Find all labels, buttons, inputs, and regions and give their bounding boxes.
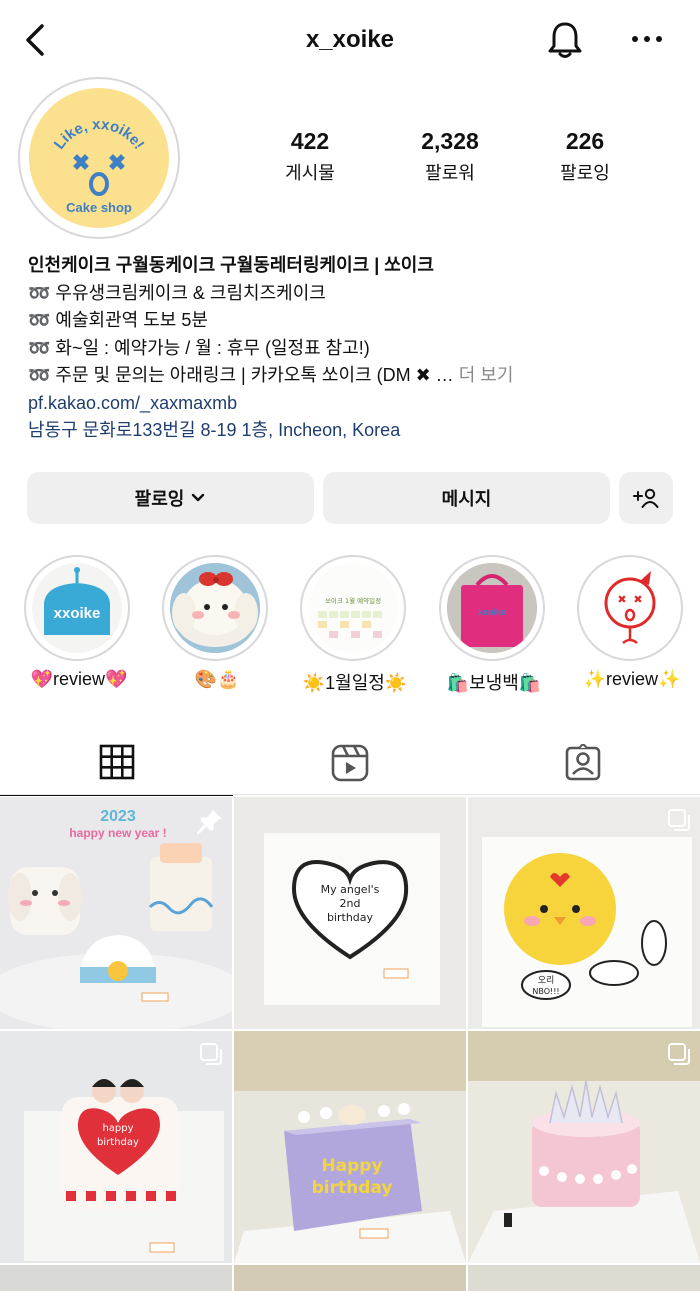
reels-icon	[331, 744, 368, 782]
post-thumbnail[interactable]: Happy birthday	[234, 1031, 466, 1263]
post-thumbnail[interactable]: My angel's 2nd birthday	[234, 797, 466, 1029]
highlight-cover: 쏘이크 1월 예약일정	[308, 563, 398, 653]
following-label: 팔로잉	[560, 163, 610, 183]
add-person-icon	[633, 488, 659, 508]
highlight-cover: ✖ ✖	[585, 563, 675, 653]
post-caption-line: My angel's	[321, 883, 380, 896]
highlight-ring: xxoike	[24, 555, 130, 661]
message-button[interactable]: 메시지	[323, 472, 610, 524]
avatar-subtitle: Cake shop	[66, 200, 132, 215]
bio-line: ➿ 예술회관역 도보 5분	[28, 310, 208, 330]
post-caption-line: birthday	[312, 1178, 393, 1198]
highlight-caption: ✨review✨	[583, 669, 681, 689]
svg-text:Like, xxoike!: Like, xxoike!	[51, 116, 148, 153]
profile-avatar[interactable]: Like, xxoike! ✖ ✖ Cake shop	[18, 77, 180, 239]
highlight-ring: xxoike	[439, 555, 545, 661]
posts-count: 422	[290, 128, 330, 154]
highlight-cooler-bag[interactable]: xxoike 🛍️보냉백🛍️	[439, 555, 549, 693]
profile-tabs	[0, 730, 700, 796]
post-thumbnail[interactable]: 2023 happy new year !	[0, 797, 232, 1029]
highlight-schedule[interactable]: 쏘이크 1월 예약일정 ☀️1월일정☀️	[300, 555, 410, 693]
following-button-label: 팔로잉	[134, 489, 185, 509]
post-thumbnail[interactable]: happy birthday	[0, 1031, 232, 1263]
tab-reels[interactable]	[233, 730, 466, 796]
bio-line: ➿ 주문 및 문의는 아래링크 | 카카오톡 쏘이크 (DM ✖ …	[28, 365, 454, 385]
post-caption-line: happy new year !	[69, 826, 166, 840]
multi-image-icon	[668, 1043, 690, 1065]
post-thumbnail[interactable]	[468, 1031, 700, 1263]
highlight-caption: 🛍️보냉백🛍️	[446, 673, 542, 693]
post-caption-line: birthday	[97, 1137, 139, 1148]
top-bar: x_xoike	[0, 0, 700, 80]
profile-stats: 422 게시물 2,328 팔로워 226 팔로잉	[250, 128, 680, 188]
stat-posts[interactable]: 422 게시물	[250, 128, 370, 185]
tagged-icon	[565, 744, 600, 781]
grid-icon	[99, 744, 134, 780]
bio-name: 인천케이크 구월동케이크 구월동레터링케이크 | 쏘이크	[28, 255, 434, 275]
message-button-label: 메시지	[441, 489, 492, 509]
post-caption-line: Happy	[321, 1156, 382, 1176]
pin-icon	[196, 809, 222, 835]
chevron-down-icon	[192, 493, 205, 502]
followers-count: 2,328	[421, 128, 479, 154]
highlight-caption: ☀️1월일정☀️	[302, 673, 408, 693]
suggest-people-button[interactable]	[619, 472, 673, 524]
bio-website-link[interactable]: pf.kakao.com/_xaxmaxmb	[28, 390, 678, 418]
username-title: x_xoike	[305, 26, 395, 53]
svg-text:✖: ✖	[633, 593, 642, 606]
profile-bio: 인천케이크 구월동케이크 구월동레터링케이크 | 쏘이크 ➿ 우유생크림케이크 …	[28, 252, 678, 445]
highlight-cover	[170, 563, 260, 653]
highlight-ring: 쏘이크 1월 예약일정	[300, 555, 406, 661]
post-thumbnail[interactable]	[0, 1265, 232, 1291]
post-thumbnail[interactable]	[234, 1265, 466, 1291]
post-caption-line: 2nd	[340, 897, 361, 910]
tab-tagged[interactable]	[466, 730, 699, 796]
stat-following[interactable]: 226 팔로잉	[525, 128, 645, 185]
highlight-caption: 🎨🎂	[194, 669, 240, 689]
svg-text:✖: ✖	[72, 150, 90, 175]
highlight-cover-text: xxoike	[478, 607, 506, 617]
more-icon[interactable]	[630, 28, 664, 50]
highlight-cakes[interactable]: 🎨🎂	[162, 555, 272, 689]
bio-line-with-more: ➿ 주문 및 문의는 아래링크 | 카카오톡 쏘이크 (DM ✖ … 더 보기	[28, 362, 678, 390]
highlight-ring: ✖ ✖	[577, 555, 683, 661]
highlight-cover-text: xxoike	[54, 605, 101, 622]
svg-text:✖: ✖	[108, 150, 126, 175]
see-more-link[interactable]: 더 보기	[459, 365, 514, 385]
post-caption-line: NBO!!!	[532, 987, 559, 996]
post-thumbnail[interactable]: 오리 NBO!!!	[468, 797, 700, 1029]
highlight-review[interactable]: xxoike 💖review💖	[24, 555, 134, 689]
highlight-cover: xxoike	[32, 563, 122, 653]
tab-divider	[0, 794, 700, 795]
highlight-cover-text: 쏘이크 1월 예약일정	[325, 596, 381, 605]
following-count: 226	[565, 128, 605, 154]
post-caption-line: birthday	[327, 911, 374, 924]
svg-text:✖: ✖	[617, 593, 626, 606]
highlight-cover: xxoike	[447, 563, 537, 653]
avatar-image: Like, xxoike! ✖ ✖ Cake shop	[29, 88, 169, 228]
bio-line: ➿ 화~일 : 예약가능 / 월 : 휴무 (일정표 참고!)	[28, 337, 370, 358]
stat-followers[interactable]: 2,328 팔로워	[390, 128, 510, 185]
bio-address-link[interactable]: 남동구 문화로133번길 8-19 1층, Incheon, Korea	[28, 417, 678, 445]
bio-line: ➿ 우유생크림케이크 & 크림치즈케이크	[28, 282, 326, 303]
highlight-review-2[interactable]: ✖ ✖ ✨review✨	[577, 555, 687, 689]
avatar-slogan: Like, xxoike!	[51, 116, 148, 153]
tab-posts-grid[interactable]	[0, 730, 233, 796]
post-caption-line: 2023	[100, 808, 136, 825]
posts-label: 게시물	[285, 163, 335, 183]
highlight-ring	[162, 555, 268, 661]
following-button[interactable]: 팔로잉	[27, 472, 314, 524]
multi-image-icon	[668, 809, 690, 831]
post-caption-line: happy	[102, 1123, 133, 1134]
post-thumbnail[interactable]	[468, 1265, 700, 1291]
followers-label: 팔로워	[425, 163, 475, 183]
highlight-caption: 💖review💖	[30, 669, 128, 689]
post-caption-line: 오리	[538, 975, 555, 986]
multi-image-icon	[200, 1043, 222, 1065]
bell-icon[interactable]	[546, 20, 584, 60]
